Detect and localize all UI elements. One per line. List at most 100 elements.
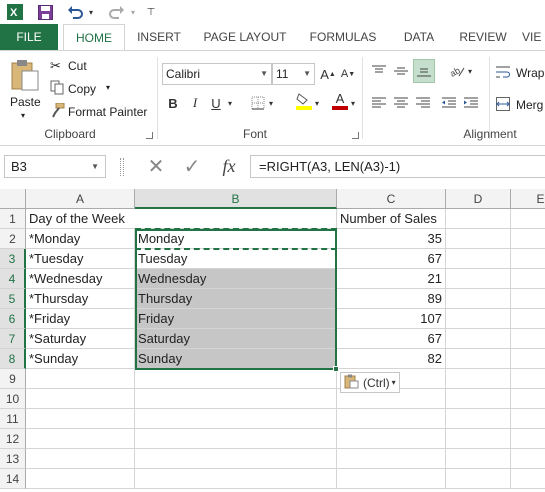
cell-e1[interactable]: [511, 209, 545, 229]
cell-b3[interactable]: Tuesday: [135, 249, 337, 269]
cell-b12[interactable]: [135, 429, 337, 449]
cell-c2[interactable]: 35: [337, 229, 446, 249]
cell-e12[interactable]: [511, 429, 545, 449]
cell-e13[interactable]: [511, 449, 545, 469]
bold-button[interactable]: B: [163, 93, 183, 113]
cell-a14[interactable]: [26, 469, 135, 489]
borders-button[interactable]: [248, 93, 268, 113]
row-header-14[interactable]: 14: [0, 469, 26, 489]
formula-input[interactable]: =RIGHT(A3, LEN(A3)-1): [250, 155, 545, 178]
top-align-button[interactable]: [369, 61, 389, 81]
paste-options-button[interactable]: (Ctrl) ▾: [340, 372, 400, 393]
row-header-9[interactable]: 9: [0, 369, 26, 389]
name-box[interactable]: B3 ▼: [4, 155, 106, 178]
cell-d12[interactable]: [446, 429, 511, 449]
cell-d13[interactable]: [446, 449, 511, 469]
paste-button[interactable]: Paste ▾: [6, 57, 46, 120]
middle-align-button[interactable]: [391, 61, 411, 81]
align-center-button[interactable]: [391, 93, 411, 113]
cell-a6[interactable]: *Friday: [26, 309, 135, 329]
format-painter-button[interactable]: Format Painter: [50, 102, 150, 121]
cell-d10[interactable]: [446, 389, 511, 409]
column-header-a[interactable]: A: [26, 189, 135, 209]
cell-a4[interactable]: *Wednesday: [26, 269, 135, 289]
formula-bar-grip[interactable]: [120, 158, 124, 176]
tab-data[interactable]: DATA: [392, 24, 446, 50]
tab-home[interactable]: HOME: [63, 24, 125, 51]
cell-e10[interactable]: [511, 389, 545, 409]
tab-review[interactable]: REVIEW: [452, 24, 514, 50]
align-left-button[interactable]: [369, 93, 389, 113]
cell-d9[interactable]: [446, 369, 511, 389]
cell-c14[interactable]: [337, 469, 446, 489]
orientation-button[interactable]: ab: [447, 61, 467, 81]
cell-e7[interactable]: [511, 329, 545, 349]
tab-formulas[interactable]: FORMULAS: [302, 24, 384, 50]
column-header-c[interactable]: C: [337, 189, 446, 209]
cell-d11[interactable]: [446, 409, 511, 429]
row-header-1[interactable]: 1: [0, 209, 26, 229]
cell-a5[interactable]: *Thursday: [26, 289, 135, 309]
select-all-corner[interactable]: [0, 189, 26, 209]
clipboard-dialog-launcher-icon[interactable]: [146, 132, 153, 139]
cell-a7[interactable]: *Saturday: [26, 329, 135, 349]
cell-d6[interactable]: [446, 309, 511, 329]
redo-icon[interactable]: [108, 3, 126, 21]
orientation-dropdown-icon[interactable]: ▾: [465, 61, 475, 81]
cell-e14[interactable]: [511, 469, 545, 489]
cell-b7[interactable]: Saturday: [135, 329, 337, 349]
cell-c8[interactable]: 82: [337, 349, 446, 369]
tab-page-layout[interactable]: PAGE LAYOUT: [196, 24, 294, 50]
fill-color-dropdown-icon[interactable]: ▾: [312, 93, 322, 113]
cell-b8[interactable]: Sunday: [135, 349, 337, 369]
align-right-button[interactable]: [413, 93, 433, 113]
wrap-text-button[interactable]: Wrap: [496, 63, 545, 83]
cell-e9[interactable]: [511, 369, 545, 389]
redo-dropdown-icon[interactable]: ▾: [128, 3, 138, 21]
row-header-3[interactable]: 3: [0, 249, 26, 269]
decrease-indent-button[interactable]: [439, 93, 459, 113]
font-name-select[interactable]: Calibri ▼: [162, 63, 272, 85]
tab-file[interactable]: FILE: [0, 24, 58, 50]
insert-function-icon[interactable]: fx: [216, 155, 242, 178]
cell-a3[interactable]: *Tuesday: [26, 249, 135, 269]
bottom-align-button[interactable]: [413, 59, 435, 83]
underline-dropdown-icon[interactable]: ▾: [225, 93, 235, 113]
cell-e8[interactable]: [511, 349, 545, 369]
shrink-font-button[interactable]: A ▼: [338, 64, 358, 84]
cell-e11[interactable]: [511, 409, 545, 429]
row-header-7[interactable]: 7: [0, 329, 26, 349]
cell-d1[interactable]: [446, 209, 511, 229]
cell-a10[interactable]: [26, 389, 135, 409]
increase-indent-button[interactable]: [461, 93, 481, 113]
cell-b2[interactable]: Monday: [135, 229, 337, 249]
row-header-5[interactable]: 5: [0, 289, 26, 309]
row-header-2[interactable]: 2: [0, 229, 26, 249]
cell-c11[interactable]: [337, 409, 446, 429]
cell-e4[interactable]: [511, 269, 545, 289]
cell-b10[interactable]: [135, 389, 337, 409]
cell-a8[interactable]: *Sunday: [26, 349, 135, 369]
cell-c4[interactable]: 21: [337, 269, 446, 289]
cell-b14[interactable]: [135, 469, 337, 489]
tab-insert[interactable]: INSERT: [130, 24, 188, 50]
cancel-icon[interactable]: ✕: [144, 155, 168, 178]
save-icon[interactable]: [36, 3, 54, 21]
column-header-e[interactable]: E: [511, 189, 545, 209]
row-header-11[interactable]: 11: [0, 409, 26, 429]
cell-c13[interactable]: [337, 449, 446, 469]
cell-a9[interactable]: [26, 369, 135, 389]
cell-c7[interactable]: 67: [337, 329, 446, 349]
cell-d5[interactable]: [446, 289, 511, 309]
row-header-13[interactable]: 13: [0, 449, 26, 469]
cell-c6[interactable]: 107: [337, 309, 446, 329]
cell-b4[interactable]: Wednesday: [135, 269, 337, 289]
row-header-12[interactable]: 12: [0, 429, 26, 449]
cell-c12[interactable]: [337, 429, 446, 449]
cell-d8[interactable]: [446, 349, 511, 369]
merge-center-button[interactable]: Merg: [496, 95, 545, 115]
cell-a2[interactable]: *Monday: [26, 229, 135, 249]
font-size-select[interactable]: 11 ▼: [272, 63, 315, 85]
cell-a12[interactable]: [26, 429, 135, 449]
cell-b11[interactable]: [135, 409, 337, 429]
